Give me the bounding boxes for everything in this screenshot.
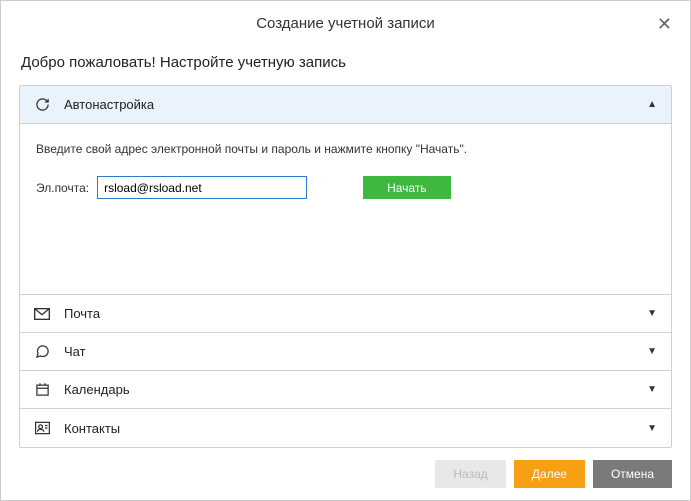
chevron-up-icon: ▲ <box>647 99 657 110</box>
accordion: Автонастройка ▲ Введите свой адрес элект… <box>19 85 672 448</box>
next-button[interactable]: Далее <box>514 460 585 488</box>
section-contacts-header[interactable]: Контакты ▼ <box>20 409 671 447</box>
back-button: Назад <box>435 460 505 488</box>
section-calendar-header[interactable]: Календарь ▼ <box>20 371 671 409</box>
email-row: Эл.почта: Начать <box>36 176 655 199</box>
account-setup-dialog: Создание учетной записи ✕ Добро пожалова… <box>0 0 691 501</box>
chat-icon <box>32 344 52 359</box>
section-chat-header[interactable]: Чат ▼ <box>20 333 671 371</box>
section-autosetup-header[interactable]: Автонастройка ▲ <box>20 86 671 124</box>
dialog-footer: Назад Далее Отмена <box>19 448 672 488</box>
email-input[interactable] <box>97 176 307 199</box>
cancel-button[interactable]: Отмена <box>593 460 672 488</box>
chevron-down-icon: ▼ <box>647 308 657 319</box>
section-label: Контакты <box>64 421 647 436</box>
section-label: Почта <box>64 306 647 321</box>
section-autosetup-body: Введите свой адрес электронной почты и п… <box>20 124 671 295</box>
section-label: Автонастройка <box>64 97 647 112</box>
section-label: Чат <box>64 344 647 359</box>
calendar-icon <box>32 382 52 397</box>
refresh-icon <box>32 97 52 112</box>
close-icon: ✕ <box>657 14 672 34</box>
dialog-title: Создание учетной записи <box>256 15 435 32</box>
instruction-text: Введите свой адрес электронной почты и п… <box>36 142 655 156</box>
chevron-down-icon: ▼ <box>647 384 657 395</box>
welcome-text: Добро пожаловать! Настройте учетную запи… <box>21 54 672 71</box>
start-button[interactable]: Начать <box>363 176 451 199</box>
contacts-icon <box>32 421 52 435</box>
email-label: Эл.почта: <box>36 181 89 195</box>
envelope-icon <box>32 308 52 320</box>
chevron-down-icon: ▼ <box>647 423 657 434</box>
close-button[interactable]: ✕ <box>657 15 672 33</box>
chevron-down-icon: ▼ <box>647 346 657 357</box>
dialog-header: Создание учетной записи ✕ <box>19 15 672 42</box>
section-mail-header[interactable]: Почта ▼ <box>20 295 671 333</box>
section-label: Календарь <box>64 382 647 397</box>
